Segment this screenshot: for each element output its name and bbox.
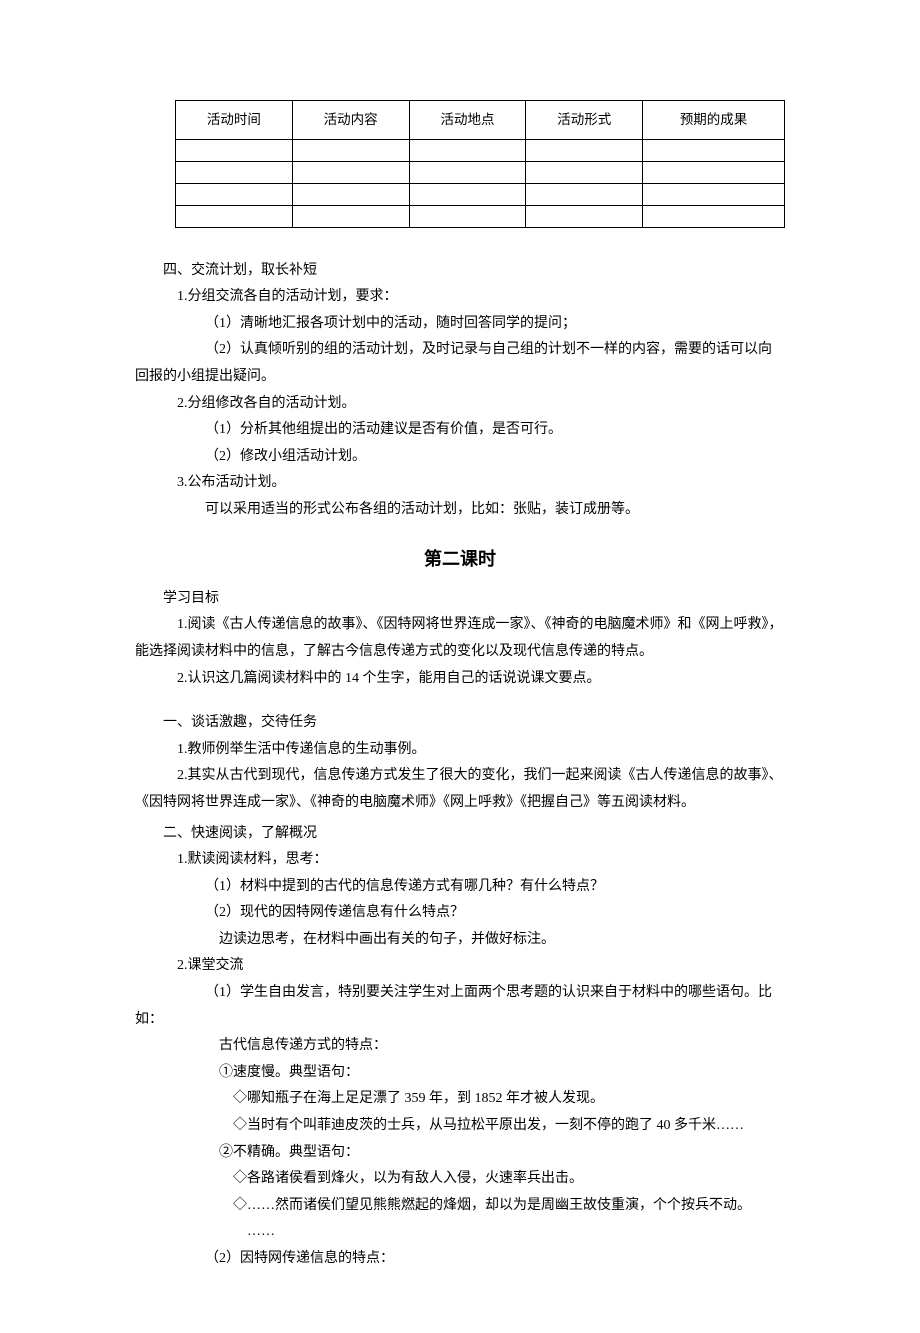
table-row bbox=[176, 205, 785, 227]
sec4-subitem: 可以采用适当的形式公布各组的活动计划，比如：张贴，装订成册等。 bbox=[135, 497, 785, 524]
s2-numbered: ②不精确。典型语句： bbox=[135, 1140, 785, 1167]
table-row bbox=[176, 161, 785, 183]
sec4-subitem: （1）清晰地汇报各项计划中的活动，随时回答同学的提问； bbox=[135, 311, 785, 338]
s2-subitem: （2）因特网传递信息的特点： bbox=[135, 1246, 785, 1273]
s2-numbered: ①速度慢。典型语句： bbox=[135, 1060, 785, 1087]
col-form: 活动形式 bbox=[526, 101, 643, 140]
sec4-subitem: （2）认真倾听别的组的活动计划，及时记录与自己组的计划不一样的内容，需要的话可以… bbox=[135, 337, 785, 390]
col-time: 活动时间 bbox=[176, 101, 293, 140]
s2-subitem: （1）学生自由发言，特别要关注学生对上面两个思考题的认识来自于材料中的哪些语句。… bbox=[135, 980, 785, 1033]
table-row bbox=[176, 139, 785, 161]
s1-item: 2.其实从古代到现代，信息传递方式发生了很大的变化，我们一起来阅读《古人传递信息… bbox=[135, 763, 785, 816]
sec4-subitem: （2）修改小组活动计划。 bbox=[135, 444, 785, 471]
col-outcome: 预期的成果 bbox=[643, 101, 785, 140]
s2-note: 边读边思考，在材料中画出有关的句子，并做好标注。 bbox=[135, 927, 785, 954]
sec4-item: 1.分组交流各自的活动计划，要求： bbox=[135, 284, 785, 311]
goal-item: 1.阅读《古人传递信息的故事》、《因特网将世界连成一家》、《神奇的电脑魔术师》和… bbox=[135, 612, 785, 665]
col-location: 活动地点 bbox=[409, 101, 526, 140]
s2-example: ◇当时有个叫菲迪皮茨的士兵，从马拉松平原出发，一刻不停的跑了 40 多千米…… bbox=[135, 1113, 785, 1140]
lesson-2-title: 第二课时 bbox=[135, 542, 785, 576]
s2-item: 1.默读阅读材料，思考： bbox=[135, 847, 785, 874]
table-header-row: 活动时间 活动内容 活动地点 活动形式 预期的成果 bbox=[176, 101, 785, 140]
section-4-title: 四、交流计划，取长补短 bbox=[135, 258, 785, 285]
s2-example: ◇各路诸侯看到烽火，以为有敌人入侵，火速率兵出击。 bbox=[135, 1166, 785, 1193]
col-content: 活动内容 bbox=[292, 101, 409, 140]
s2-subitem: （1）材料中提到的古代的信息传递方式有哪几种？有什么特点？ bbox=[135, 874, 785, 901]
s1-item: 1.教师例举生活中传递信息的生动事例。 bbox=[135, 737, 785, 764]
table-row bbox=[176, 183, 785, 205]
section-1-title: 一、谈话激趣，交待任务 bbox=[135, 710, 785, 737]
sec4-item: 3.公布活动计划。 bbox=[135, 470, 785, 497]
goal-item: 2.认识这几篇阅读材料中的 14 个生字，能用自己的话说说课文要点。 bbox=[135, 666, 785, 693]
s2-subsub: 古代信息传递方式的特点： bbox=[135, 1033, 785, 1060]
sec4-item: 2.分组修改各自的活动计划。 bbox=[135, 391, 785, 418]
s2-item: 2.课堂交流 bbox=[135, 953, 785, 980]
section-2-title: 二、快速阅读，了解概况 bbox=[135, 821, 785, 848]
activity-plan-table: 活动时间 活动内容 活动地点 活动形式 预期的成果 bbox=[175, 100, 785, 228]
s2-example: ◇哪知瓶子在海上足足漂了 359 年，到 1852 年才被人发现。 bbox=[135, 1086, 785, 1113]
s2-example: ◇……然而诸侯们望见熊熊燃起的烽烟，却以为是周幽王故伎重演，个个按兵不动。 bbox=[135, 1193, 785, 1220]
s2-subitem: （2）现代的因特网传递信息有什么特点？ bbox=[135, 900, 785, 927]
sec4-subitem: （1）分析其他组提出的活动建议是否有价值，是否可行。 bbox=[135, 417, 785, 444]
ellipsis: …… bbox=[135, 1219, 785, 1246]
goals-label: 学习目标 bbox=[135, 586, 785, 613]
